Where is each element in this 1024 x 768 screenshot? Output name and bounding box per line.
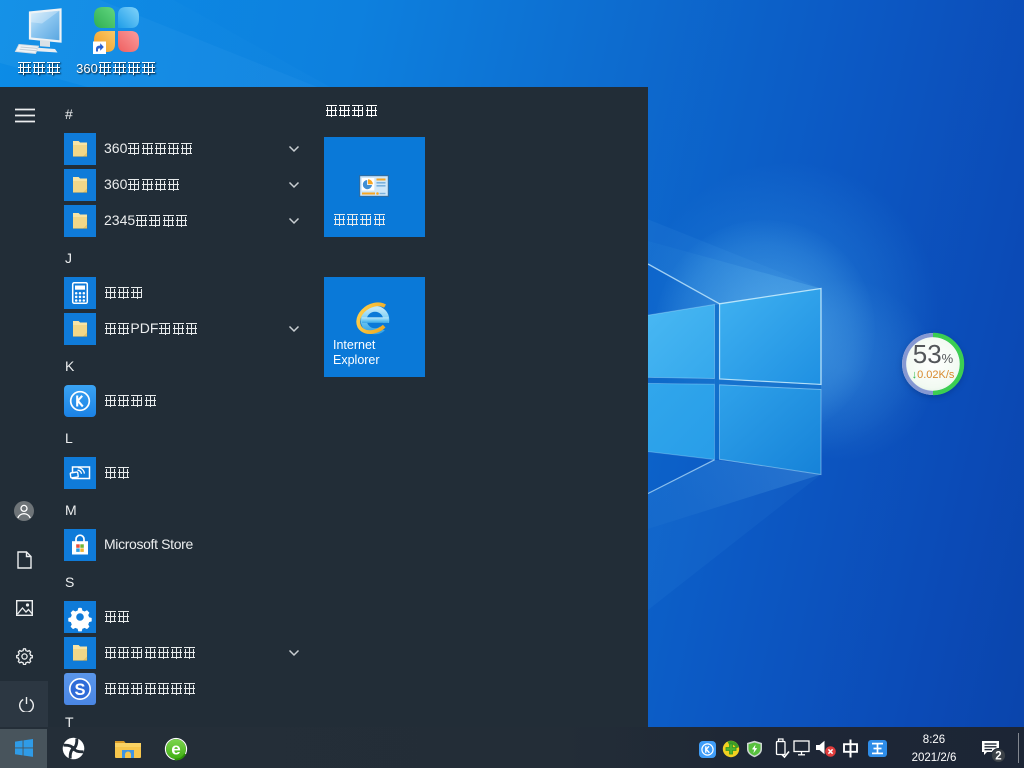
svg-text:2: 2 — [995, 751, 1001, 763]
svg-text:S: S — [74, 681, 85, 699]
svg-text:e: e — [171, 740, 180, 759]
